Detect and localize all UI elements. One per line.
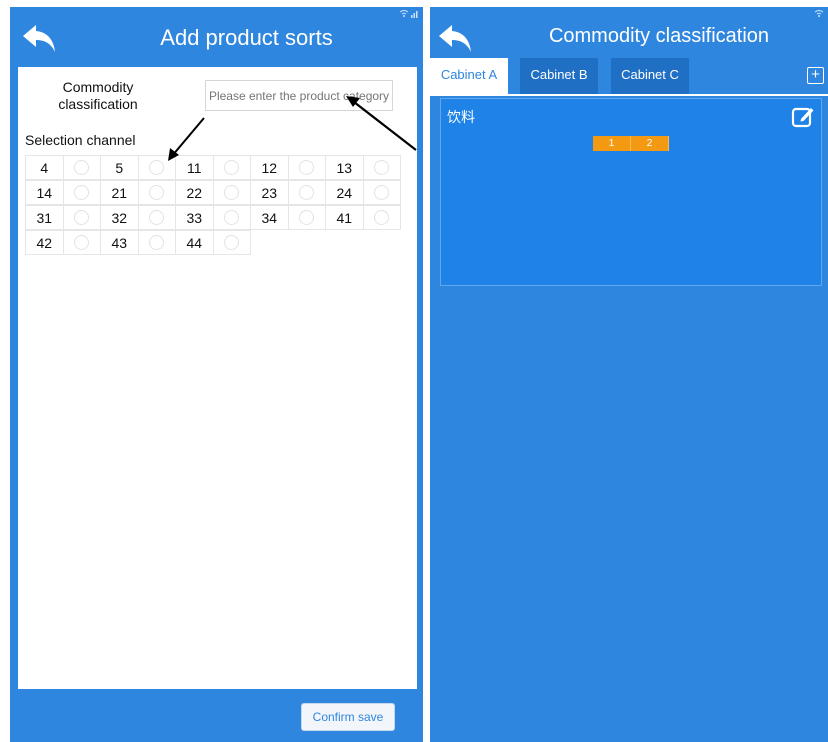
- wifi-signal-icon: [814, 9, 824, 20]
- radio-circle-icon: [374, 210, 390, 225]
- channel-radio[interactable]: [137, 205, 176, 230]
- channel-radio[interactable]: [212, 155, 251, 180]
- add-cabinet-button[interactable]: +: [807, 67, 824, 84]
- radio-circle-icon: [149, 210, 165, 225]
- radio-circle-icon: [224, 210, 240, 225]
- channel-chips: 1 2: [593, 136, 669, 151]
- radio-circle-icon: [224, 185, 240, 200]
- channel-number: 5: [100, 155, 139, 180]
- page-title: Commodity classification: [548, 25, 770, 47]
- top-bar: Add product sorts: [10, 7, 423, 67]
- annotation-arrow-right: [346, 96, 417, 151]
- channel-number: 34: [250, 205, 289, 230]
- channel-number: 41: [325, 205, 364, 230]
- channel-number: 22: [175, 180, 214, 205]
- radio-circle-icon: [374, 185, 390, 200]
- channel-radio[interactable]: [287, 205, 326, 230]
- channel-radio[interactable]: [362, 155, 401, 180]
- channel-grid: 4 5 11 12 13 14 21 22 23 24 31 32 33 34 …: [25, 155, 410, 255]
- commodity-classification-screen: Commodity classification Cabinet A Cabin…: [430, 7, 828, 742]
- channel-radio[interactable]: [212, 205, 251, 230]
- channel-number: 44: [175, 230, 214, 255]
- wifi-signal-icon: [399, 9, 419, 20]
- channel-radio[interactable]: [62, 205, 101, 230]
- plus-square-icon: +: [811, 66, 820, 83]
- radio-circle-icon: [299, 185, 315, 200]
- radio-circle-icon: [299, 210, 315, 225]
- category-label: Commodity classification: [58, 79, 138, 112]
- tab-cabinet-b[interactable]: Cabinet B: [520, 58, 598, 94]
- edit-category-button[interactable]: [791, 105, 815, 129]
- channel-radio[interactable]: [212, 230, 251, 255]
- channel-radio[interactable]: [62, 155, 101, 180]
- channel-number: 32: [100, 205, 139, 230]
- back-button[interactable]: [20, 19, 60, 59]
- channel-number: 24: [325, 180, 364, 205]
- back-arrow-icon: [439, 25, 471, 52]
- radio-circle-icon: [74, 210, 90, 225]
- channel-number: 42: [25, 230, 64, 255]
- bottom-bar: [430, 689, 828, 742]
- tab-cabinet-c[interactable]: Cabinet C: [611, 58, 689, 94]
- channel-row: 4 5 11 12 13: [25, 155, 410, 180]
- radio-circle-icon: [74, 185, 90, 200]
- annotation-arrow-left: [168, 117, 205, 161]
- screenshot: Add product sorts Commodity classificati…: [0, 0, 828, 742]
- channel-number: 33: [175, 205, 214, 230]
- channel-radio[interactable]: [287, 180, 326, 205]
- channel-number: 4: [25, 155, 64, 180]
- radio-circle-icon: [149, 235, 165, 250]
- channel-radio[interactable]: [62, 230, 101, 255]
- back-arrow-icon: [23, 25, 55, 52]
- channel-number: 12: [250, 155, 289, 180]
- channel-row: 14 21 22 23 24: [25, 180, 410, 205]
- radio-circle-icon: [74, 235, 90, 250]
- radio-circle-icon: [74, 160, 90, 175]
- channel-radio[interactable]: [212, 180, 251, 205]
- channel-number: 23: [250, 180, 289, 205]
- confirm-save-button[interactable]: Confirm save: [301, 703, 395, 731]
- page-title: Add product sorts: [160, 25, 333, 50]
- edit-icon: [791, 107, 814, 128]
- channel-number: 31: [25, 205, 64, 230]
- channel-radio[interactable]: [62, 180, 101, 205]
- radio-circle-icon: [224, 235, 240, 250]
- selection-channel-label: Selection channel: [25, 132, 136, 148]
- channel-number: 21: [100, 180, 139, 205]
- channel-number: 13: [325, 155, 364, 180]
- radio-circle-icon: [374, 160, 390, 175]
- channel-row: 31 32 33 34 41: [25, 205, 410, 230]
- radio-circle-icon: [224, 160, 240, 175]
- channel-radio[interactable]: [362, 205, 401, 230]
- channel-chip: 1: [593, 136, 631, 151]
- channel-radio[interactable]: [362, 180, 401, 205]
- channel-row: 42 43 44: [25, 230, 410, 255]
- channel-number: 43: [100, 230, 139, 255]
- radio-circle-icon: [149, 185, 165, 200]
- channel-chip: 2: [631, 136, 669, 151]
- back-button[interactable]: [436, 19, 476, 59]
- bottom-bar: Confirm save: [10, 689, 423, 742]
- category-name: 饮料: [447, 109, 475, 125]
- form-card: Commodity classification Selection chann…: [18, 67, 417, 689]
- channel-radio[interactable]: [287, 155, 326, 180]
- cabinet-tabs: Cabinet A Cabinet B Cabinet C +: [430, 58, 828, 94]
- channel-number: 14: [25, 180, 64, 205]
- tab-cabinet-a[interactable]: Cabinet A: [430, 58, 508, 94]
- channel-radio[interactable]: [137, 230, 176, 255]
- radio-circle-icon: [299, 160, 315, 175]
- category-group-card[interactable]: 饮料 1 2: [440, 98, 822, 286]
- channel-radio[interactable]: [137, 180, 176, 205]
